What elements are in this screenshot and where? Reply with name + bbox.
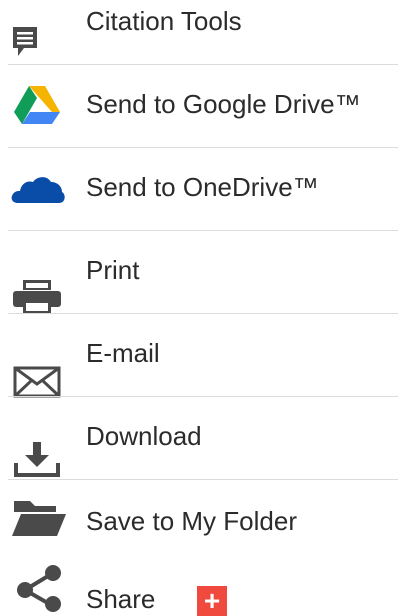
menu-item-save-to-my-folder[interactable]: Save to My Folder — [0, 480, 398, 550]
menu-item-label: Print — [86, 255, 140, 285]
citation-comment-icon — [13, 27, 37, 56]
share-icon — [17, 565, 61, 612]
menu-item-label: Send to Google Drive™ — [86, 89, 361, 119]
menu-item-email[interactable]: E-mail — [0, 314, 398, 398]
envelope-icon — [13, 366, 61, 398]
menu-item-label: Citation Tools — [86, 6, 242, 36]
download-icon — [14, 442, 60, 477]
tools-menu: Citation Tools Send to Google Drive™ Sen… — [0, 0, 398, 616]
menu-item-label: Download — [86, 421, 202, 451]
menu-item-print[interactable]: Print — [0, 231, 398, 313]
menu-item-share[interactable]: Share + — [0, 556, 398, 616]
folder-open-icon — [12, 501, 66, 536]
menu-item-label: E-mail — [86, 338, 160, 368]
menu-item-label: Share — [86, 584, 156, 614]
menu-item-label: Send to OneDrive™ — [86, 172, 319, 202]
google-drive-icon — [14, 86, 60, 124]
menu-item-citation-tools[interactable]: Citation Tools — [0, 0, 398, 64]
share-add-button[interactable]: + — [197, 586, 227, 616]
menu-item-send-to-google-drive[interactable]: Send to Google Drive™ — [0, 65, 398, 147]
menu-item-label: Save to My Folder — [86, 506, 297, 536]
menu-item-send-to-onedrive[interactable]: Send to OneDrive™ — [0, 148, 398, 230]
printer-icon — [13, 280, 61, 313]
menu-item-download[interactable]: Download — [0, 397, 398, 479]
onedrive-cloud-icon — [11, 177, 65, 203]
